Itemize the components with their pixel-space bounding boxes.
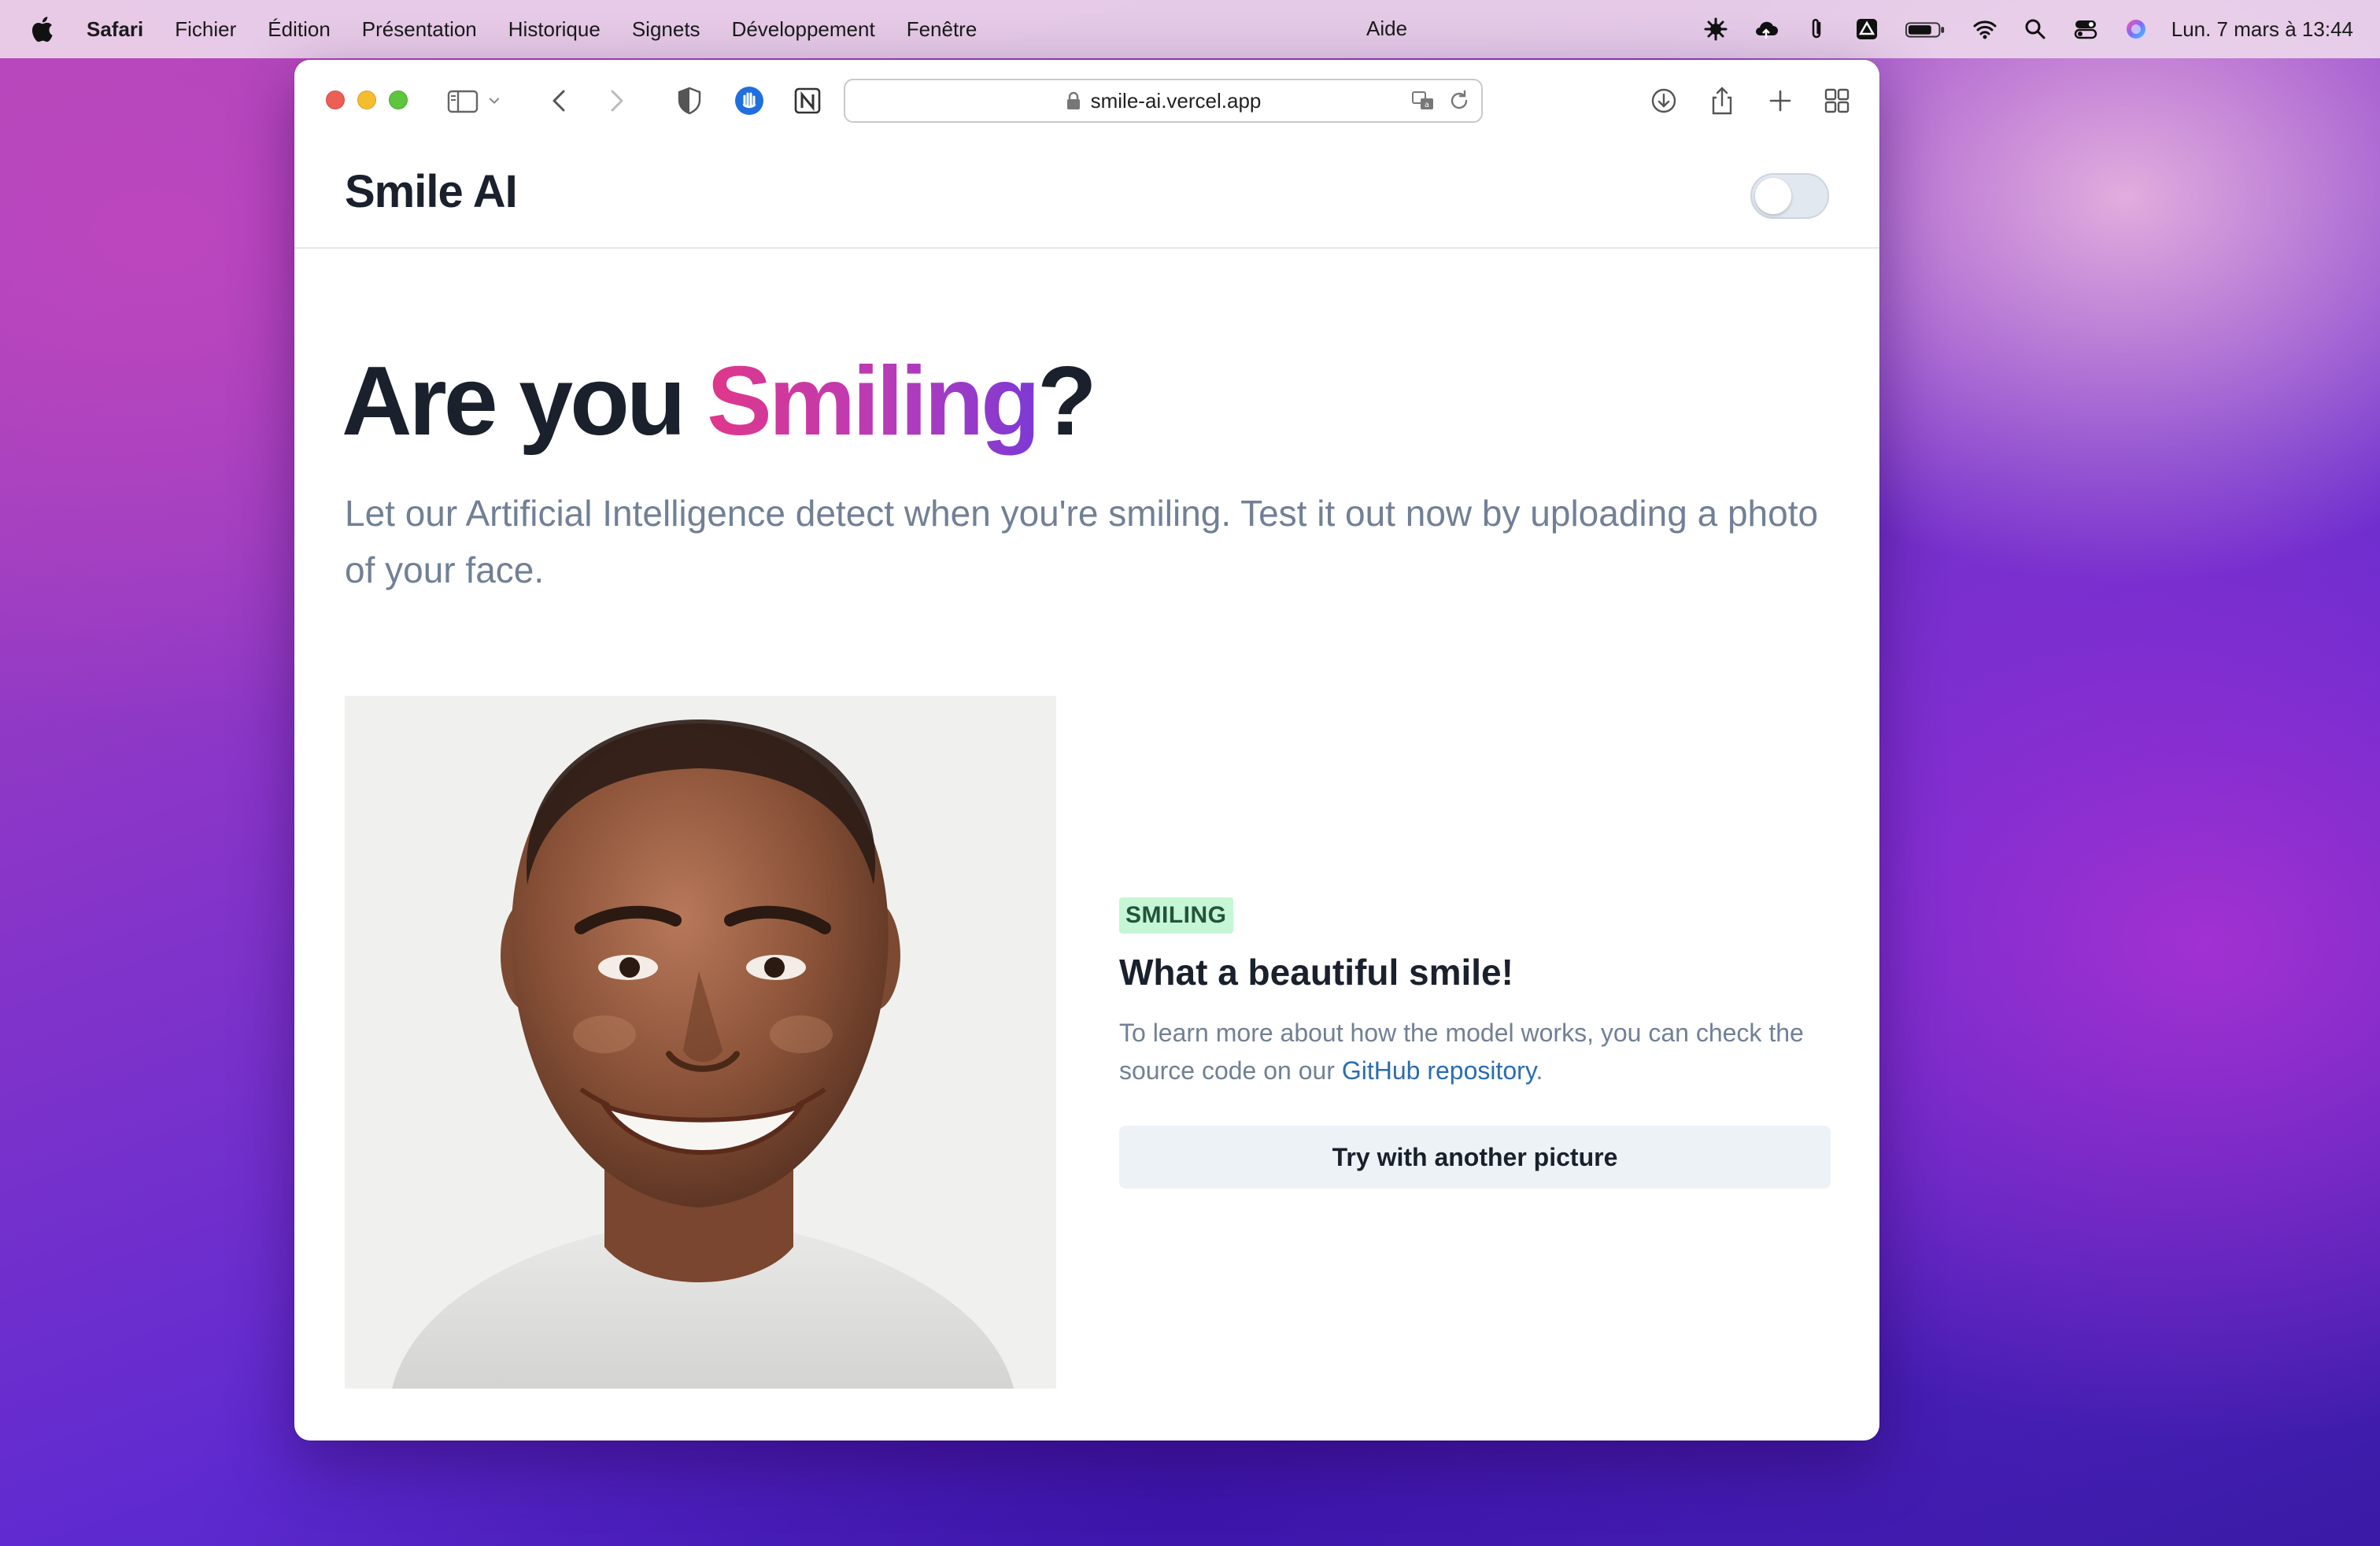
site-header: Smile AI (294, 142, 1879, 249)
control-center-icon[interactable] (2072, 16, 2099, 43)
hero-title-prefix: Are you (342, 347, 708, 456)
menu-presentation[interactable]: Présentation (362, 17, 477, 42)
paperclip-icon[interactable] (1803, 16, 1830, 43)
dark-mode-toggle[interactable] (1750, 173, 1829, 219)
hero-title-highlight: Smiling (707, 347, 1040, 456)
spotlight-search-icon[interactable] (2022, 16, 2049, 43)
menubar-clock[interactable]: Lun. 7 mars à 13:44 (2171, 17, 2353, 42)
zoom-window-button[interactable] (389, 91, 408, 109)
url-text[interactable]: smile-ai.vercel.app (1091, 89, 1262, 113)
result-panel: SMILING What a beautiful smile! To learn… (1119, 897, 1831, 1189)
result-heading: What a beautiful smile! (1119, 952, 1513, 993)
status-area: Lun. 7 mars à 13:44 (1679, 0, 2353, 58)
status-badge: SMILING (1119, 897, 1233, 934)
menu-historique[interactable]: Historique (508, 17, 601, 42)
forward-icon[interactable] (598, 83, 633, 118)
toggle-knob (1755, 178, 1791, 214)
privacy-shield-icon[interactable] (672, 83, 707, 118)
menu-fenetre[interactable]: Fenêtre (907, 17, 978, 42)
sidebar-toggle-icon[interactable] (445, 83, 480, 118)
share-icon[interactable] (1705, 83, 1739, 118)
svg-text:a: a (1425, 101, 1429, 109)
gear-burst-icon[interactable] (1702, 16, 1729, 43)
address-bar[interactable]: smile-ai.vercel.app a (844, 79, 1483, 123)
menu-edition[interactable]: Édition (268, 17, 331, 42)
new-tab-icon[interactable] (1763, 83, 1798, 118)
hero-title-suffix: ? (1037, 347, 1097, 456)
chevron-down-icon[interactable] (483, 83, 505, 118)
reload-icon[interactable] (1445, 87, 1473, 115)
lock-icon (1066, 91, 1080, 109)
cloud-upload-icon[interactable] (1753, 16, 1779, 43)
menu-app-safari[interactable]: Safari (87, 17, 143, 42)
siri-icon[interactable] (2123, 16, 2149, 43)
downloads-icon[interactable] (1646, 83, 1681, 118)
menu-bar: Safari Fichier Édition Présentation Hist… (0, 0, 2380, 58)
drive-icon[interactable] (1853, 16, 1880, 43)
result-description: To learn more about how the model works,… (1119, 1014, 1831, 1089)
minimize-window-button[interactable] (357, 91, 376, 109)
menu-developpement[interactable]: Développement (732, 17, 875, 42)
site-logo[interactable]: Smile AI (345, 165, 518, 218)
notion-icon[interactable] (790, 83, 825, 118)
hero-title: Are you Smiling? (342, 343, 1097, 460)
translate-icon[interactable]: a (1409, 87, 1437, 115)
wifi-icon[interactable] (1972, 16, 1998, 43)
battery-icon[interactable] (1904, 16, 1948, 43)
apple-menu-icon[interactable] (30, 16, 54, 43)
uploaded-face-photo (345, 696, 1056, 1389)
menu-signets[interactable]: Signets (632, 17, 700, 42)
back-icon[interactable] (543, 83, 578, 118)
result-text-end: . (1536, 1056, 1543, 1085)
hero-subtitle: Let our Artificial Intelligence detect w… (345, 493, 1819, 590)
github-repository-link[interactable]: GitHub repository (1342, 1056, 1536, 1085)
adblock-hand-icon[interactable] (732, 83, 767, 118)
menu-fichier[interactable]: Fichier (175, 17, 236, 42)
menu-aide[interactable]: Aide (1366, 17, 1407, 41)
close-window-button[interactable] (326, 91, 345, 109)
safari-window: smile-ai.vercel.app a Smile AI Are you S… (294, 60, 1879, 1441)
try-another-picture-button[interactable]: Try with another picture (1119, 1126, 1831, 1189)
tab-overview-icon[interactable] (1820, 83, 1854, 118)
safari-toolbar: smile-ai.vercel.app a (294, 60, 1879, 142)
